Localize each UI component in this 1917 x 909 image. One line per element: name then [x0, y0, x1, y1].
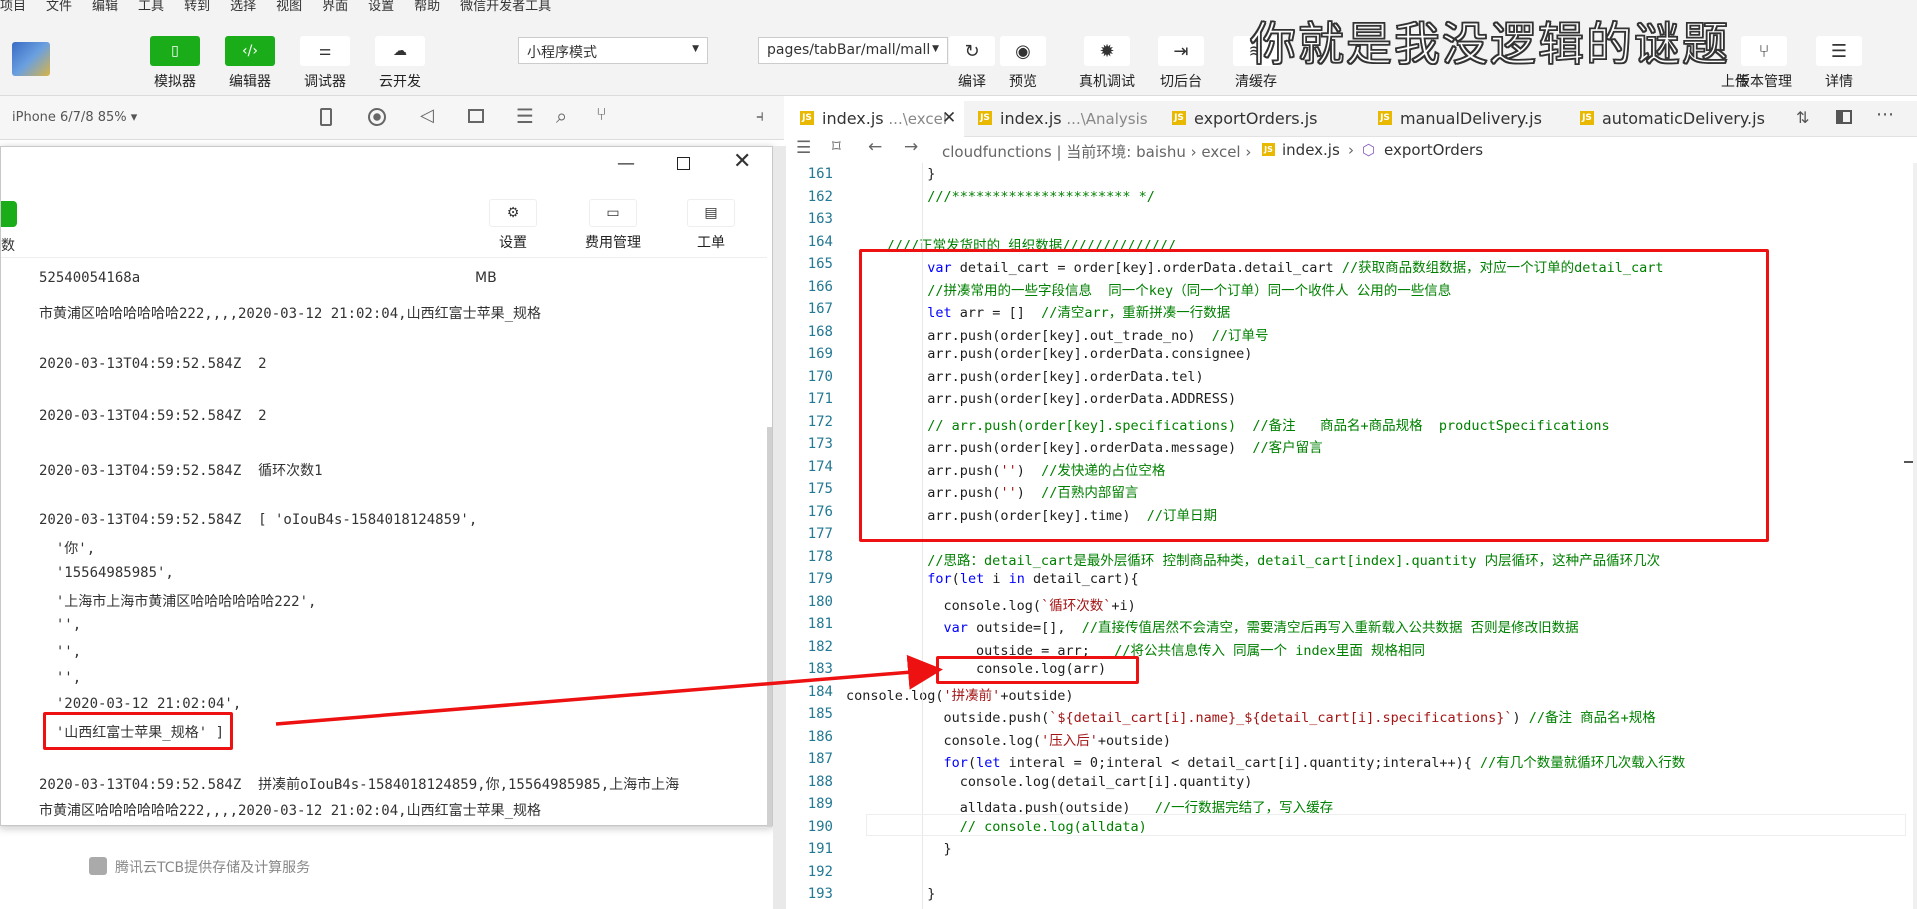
- annotation-arrow: [275, 654, 943, 726]
